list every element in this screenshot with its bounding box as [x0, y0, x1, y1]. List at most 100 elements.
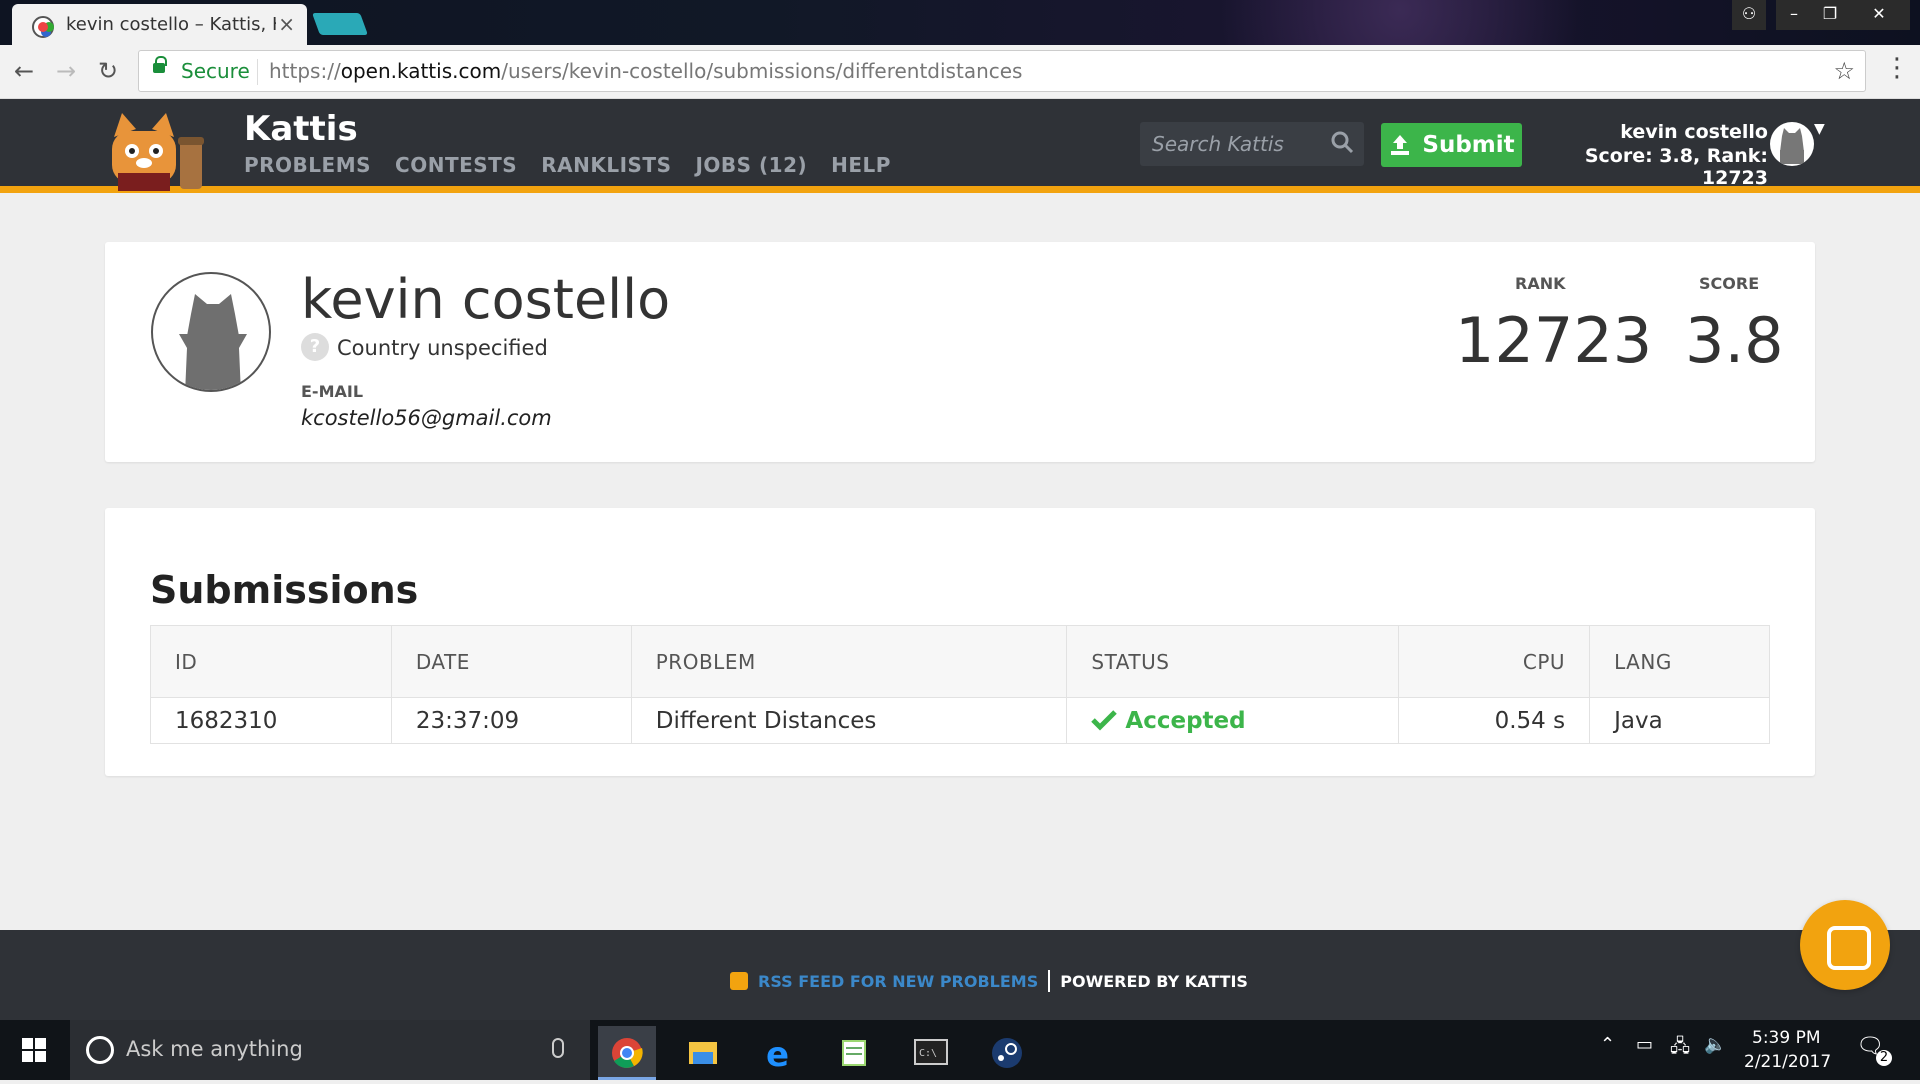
notification-count-badge: 2 — [1876, 1050, 1892, 1066]
edge-taskbar-icon[interactable]: e — [750, 1026, 808, 1080]
battery-icon[interactable]: ▭ — [1636, 1034, 1653, 1055]
close-window-button[interactable]: ✕ — [1848, 0, 1910, 30]
close-tab-icon[interactable]: × — [278, 12, 295, 36]
clock-time[interactable]: 5:39 PM — [1752, 1028, 1821, 1048]
submit-button[interactable]: Submit — [1381, 123, 1522, 167]
header-user-name[interactable]: kevin costello — [1532, 121, 1768, 143]
profile-country: Country unspecified — [337, 336, 548, 360]
reload-icon[interactable]: ↻ — [98, 57, 118, 85]
col-problem[interactable]: PROBLEM — [631, 625, 1068, 698]
score-value: 3.8 — [1685, 304, 1784, 377]
url-path: /users/kevin-costello/submissions/differ… — [501, 59, 1023, 83]
submissions-title: Submissions — [150, 568, 419, 612]
rss-feed-link[interactable]: RSS FEED FOR NEW PROBLEMS — [758, 972, 1038, 991]
main-nav: PROBLEMS CONTESTS RANKLISTS JOBS (12) HE… — [244, 153, 891, 177]
col-lang[interactable]: LANG — [1589, 625, 1770, 698]
svg-text:C:\: C:\ — [919, 1048, 937, 1059]
cortana-placeholder: Ask me anything — [126, 1037, 303, 1061]
windows-start-icon[interactable] — [22, 1038, 46, 1062]
microphone-icon[interactable] — [552, 1038, 564, 1058]
table-header-row: ID DATE PROBLEM STATUS CPU LANG — [150, 625, 1770, 698]
email-label: E-MAIL — [301, 382, 364, 401]
forward-arrow-icon[interactable]: → — [56, 57, 76, 85]
upload-icon — [1391, 135, 1410, 155]
clock-date[interactable]: 2/21/2017 — [1744, 1052, 1831, 1072]
site-footer: RSS FEED FOR NEW PROBLEMS POWERED BY KAT… — [0, 930, 1920, 1020]
submission-cpu: 0.54 s — [1398, 697, 1591, 744]
submission-problem-link[interactable]: Different Distances — [631, 697, 1068, 744]
lock-icon — [153, 56, 167, 73]
brand-title[interactable]: Kattis — [244, 109, 358, 149]
search-box — [1140, 122, 1364, 166]
footer-links: RSS FEED FOR NEW PROBLEMS POWERED BY KAT… — [730, 970, 1248, 992]
submission-date: 23:37:09 — [391, 697, 632, 744]
score-label: SCORE — [1699, 274, 1760, 293]
submit-label: Submit — [1422, 132, 1515, 158]
network-icon[interactable]: 🖧 — [1670, 1034, 1690, 1064]
submissions-card: Submissions ID DATE PROBLEM STATUS CPU L… — [105, 508, 1815, 776]
submission-status: Accepted — [1066, 697, 1400, 744]
profile-name: kevin costello — [301, 268, 671, 331]
search-input[interactable] — [1140, 122, 1330, 166]
file-explorer-taskbar-icon[interactable] — [674, 1026, 732, 1080]
status-accepted: Accepted — [1125, 707, 1246, 734]
col-status[interactable]: STATUS — [1066, 625, 1400, 698]
footer-divider — [1048, 970, 1051, 992]
rss-icon — [730, 972, 748, 990]
cortana-search-box[interactable]: Ask me anything — [70, 1020, 590, 1080]
submissions-table: ID DATE PROBLEM STATUS CPU LANG 1682310 … — [150, 625, 1770, 744]
col-cpu[interactable]: CPU — [1398, 625, 1591, 698]
unknown-flag-icon: ? — [301, 333, 329, 361]
rank-label: RANK — [1515, 274, 1566, 293]
command-prompt-taskbar-icon[interactable]: C:\ — [902, 1026, 960, 1080]
submission-id-link[interactable]: 1682310 — [150, 697, 392, 744]
kattis-favicon-icon — [32, 16, 54, 38]
chrome-taskbar-icon[interactable] — [598, 1026, 656, 1080]
new-tab-button[interactable] — [311, 13, 369, 35]
secure-label: Secure — [181, 59, 250, 83]
nav-contests[interactable]: CONTESTS — [395, 153, 517, 177]
cat-silhouette-icon — [179, 294, 247, 390]
url-divider — [257, 59, 258, 85]
tab-title: kevin costello – Kattis, Ka — [66, 14, 276, 35]
browser-menu-icon[interactable]: ⋮ — [1884, 53, 1910, 83]
minimize-button[interactable]: – — [1776, 0, 1812, 30]
user-avatar[interactable] — [1770, 122, 1814, 166]
restore-button[interactable]: ❐ — [1812, 0, 1848, 30]
steam-taskbar-icon[interactable] — [978, 1026, 1036, 1080]
search-icon[interactable] — [1330, 130, 1354, 154]
show-hidden-icons-chevron-up-icon[interactable]: ⌃ — [1600, 1034, 1615, 1055]
nav-ranklists[interactable]: RANKLISTS — [541, 153, 671, 177]
nav-problems[interactable]: PROBLEMS — [244, 153, 371, 177]
nav-help[interactable]: HELP — [831, 153, 891, 177]
col-date[interactable]: DATE — [391, 625, 632, 698]
check-icon — [1091, 709, 1118, 731]
col-id[interactable]: ID — [150, 625, 392, 698]
browser-tab-strip: kevin costello – Kattis, Ka × ⚇ – ❐ ✕ — [0, 0, 1920, 45]
url-scheme: https:// — [269, 59, 341, 83]
rank-value: 12723 — [1455, 304, 1653, 377]
profile-icon[interactable]: ⚇ — [1732, 0, 1766, 30]
notepad-plus-taskbar-icon[interactable] — [826, 1026, 884, 1080]
url-text[interactable]: https://open.kattis.com/users/kevin-cost… — [269, 59, 1022, 83]
nav-jobs[interactable]: JOBS (12) — [695, 153, 807, 177]
url-host: open.kattis.com — [340, 59, 502, 83]
site-header: Kattis PROBLEMS CONTESTS RANKLISTS JOBS … — [0, 99, 1920, 193]
windows-taskbar: Ask me anything e C:\ ⌃ ▭ 🖧 🔈 5:39 PM 2/… — [0, 1020, 1920, 1080]
volume-icon[interactable]: 🔈 — [1704, 1034, 1726, 1055]
browser-tab[interactable]: kevin costello – Kattis, Ka × — [12, 4, 307, 45]
profile-email: kcostello56@gmail.com — [301, 406, 552, 430]
svg-text:e: e — [766, 1035, 789, 1075]
kattis-logo[interactable] — [108, 111, 226, 191]
header-user-score: Score: 3.8, Rank: 12723 — [1584, 145, 1768, 189]
url-field[interactable]: Secure https://open.kattis.com/users/kev… — [138, 50, 1866, 92]
user-menu-chevron-down-icon[interactable]: ▼ — [1814, 121, 1825, 137]
back-arrow-icon[interactable]: ← — [14, 57, 34, 85]
powered-by-link[interactable]: POWERED BY KATTIS — [1060, 972, 1248, 991]
profile-card: kevin costello ? Country unspecified E-M… — [105, 242, 1815, 462]
chat-icon[interactable] — [1800, 900, 1890, 990]
star-icon[interactable]: ☆ — [1833, 57, 1855, 85]
submission-lang: Java — [1589, 697, 1770, 744]
address-bar: ← → ↻ Secure https://open.kattis.com/use… — [0, 45, 1920, 99]
cat-silhouette-icon — [1780, 128, 1804, 164]
